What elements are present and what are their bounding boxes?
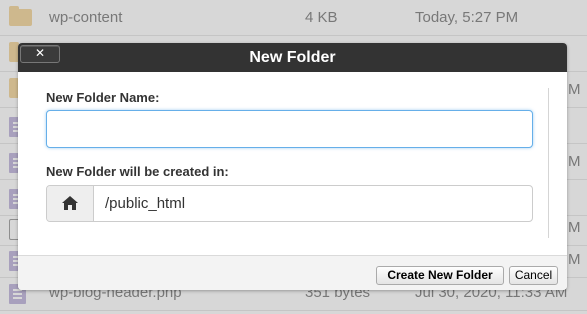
folder-name-input[interactable]: [46, 110, 533, 148]
create-new-folder-button[interactable]: Create New Folder: [376, 266, 504, 285]
close-icon: ✕: [34, 46, 46, 60]
dialog-content: New Folder Name: New Folder will be crea…: [18, 72, 567, 255]
cancel-button[interactable]: Cancel: [509, 266, 558, 285]
close-button[interactable]: ✕: [20, 45, 60, 63]
location-field: /public_html: [46, 185, 533, 222]
dialog-footer: Create New Folder Cancel: [18, 255, 567, 290]
dialog-title: New Folder: [249, 49, 336, 66]
location-path: /public_html: [105, 195, 186, 212]
content-scrollbar[interactable]: [548, 88, 549, 238]
location-label: New Folder will be created in:: [46, 164, 229, 179]
home-icon: [47, 186, 94, 221]
new-folder-dialog: New Folder ✕ New Folder Name: New Folder…: [18, 43, 567, 290]
folder-name-label: New Folder Name:: [46, 90, 160, 105]
dialog-titlebar[interactable]: New Folder ✕: [18, 43, 567, 72]
